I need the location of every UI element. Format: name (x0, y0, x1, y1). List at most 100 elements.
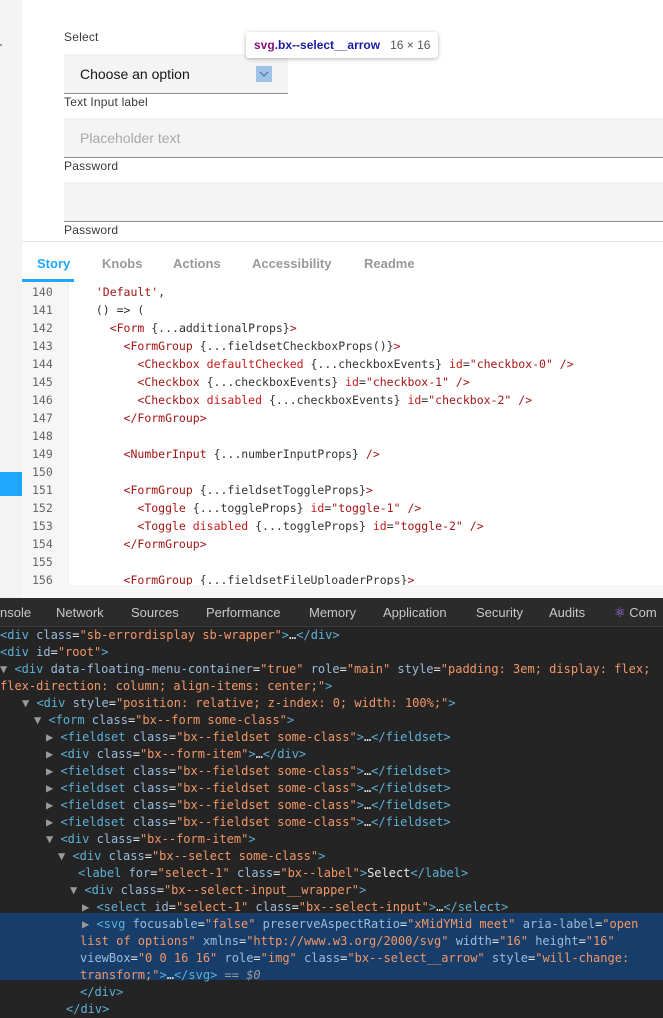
dom-node[interactable]: ▶ <fieldset class="bx--fieldset some-cla… (46, 780, 451, 797)
expand-arrow-icon[interactable]: ▼ (34, 713, 48, 727)
dom-node[interactable]: ▼ <div class="bx--select some-class"> (58, 848, 325, 865)
text-input[interactable]: Placeholder text (64, 118, 663, 158)
dom-node[interactable]: flex-direction: column; align-items: cen… (0, 678, 332, 695)
tab-actions[interactable]: Actions (173, 256, 221, 271)
dom-node[interactable]: ▼ <form class="bx--form some-class"> (34, 712, 294, 729)
dom-node[interactable]: <div id="root"> (0, 644, 108, 661)
expand-arrow-icon[interactable]: ▼ (22, 696, 36, 710)
dom-node[interactable]: ▶ <div class="bx--form-item">…</div> (46, 746, 306, 763)
dom-token: </fieldset> (371, 730, 451, 744)
dom-node[interactable]: </div> (66, 1001, 109, 1018)
expand-arrow-icon[interactable]: ▶ (46, 747, 60, 761)
expand-arrow-icon[interactable]: ▶ (82, 917, 96, 931)
code-token: disabled (206, 393, 263, 407)
expand-arrow-icon[interactable]: ▶ (82, 900, 96, 914)
sidebar-selected-item[interactable] (0, 472, 22, 496)
dom-token: class (125, 815, 169, 829)
devtools-tab-application[interactable]: Application (383, 605, 447, 620)
dom-node[interactable]: ▼ <div class="bx--form-item"> (46, 831, 256, 848)
dom-node[interactable]: ▶ <select id="select-1" class="bx--selec… (82, 899, 508, 916)
tab-story[interactable]: Story (37, 256, 70, 271)
code-token: "toggle-1" (331, 501, 401, 515)
dom-node[interactable]: ▼ <div style="position: relative; z-inde… (22, 695, 456, 712)
tab-readme[interactable]: Readme (364, 256, 415, 271)
code-text: <Checkbox defaultChecked {...checkboxEve… (82, 355, 573, 373)
dom-node[interactable]: ▶ <fieldset class="bx--fieldset some-cla… (46, 814, 451, 831)
tab-accessibility[interactable]: Accessibility (252, 256, 332, 271)
dom-token: </div> (66, 1002, 110, 1016)
code-token: <Checkbox (137, 375, 200, 389)
dom-node[interactable]: ▶ <fieldset class="bx--fieldset some-cla… (46, 797, 451, 814)
expand-arrow-icon[interactable]: ▶ (46, 730, 60, 744)
dom-node[interactable]: ▶ <fieldset class="bx--fieldset some-cla… (46, 729, 451, 746)
dom-node[interactable]: viewBox="0 0 16 16" role="img" class="bx… (80, 950, 629, 967)
dom-token: == $0 (217, 968, 261, 982)
dom-token: "0 0 16 16" (137, 951, 218, 965)
code-token: , (158, 285, 166, 299)
tab-knobs[interactable]: Knobs (102, 256, 142, 271)
dom-token: > (356, 781, 364, 795)
dom-token: <fieldset (60, 730, 126, 744)
line-number: 153 (32, 519, 53, 533)
text-input-label: Text Input label (64, 95, 148, 109)
dom-token: class (125, 764, 169, 778)
dom-token: "bx--fieldset some-class" (176, 764, 357, 778)
code-text: <Checkbox {...checkboxEvents} id="checkb… (82, 373, 469, 391)
dom-token: </select> (443, 900, 509, 914)
devtools-tab-components[interactable]: ⚛ Com (614, 605, 657, 621)
expand-arrow-icon[interactable]: ▼ (0, 662, 14, 676)
devtools-tab-audits[interactable]: Audits (549, 605, 585, 620)
devtools-tab-security[interactable]: Security (476, 605, 523, 620)
expand-arrow-icon[interactable]: ▼ (70, 883, 84, 897)
dom-node[interactable]: ▼ <div class="bx--select-input__wrapper"… (70, 882, 366, 899)
dom-node[interactable]: </div> (80, 984, 123, 1001)
horizontal-scrollbar[interactable] (22, 585, 663, 599)
devtools-tab-performance[interactable]: Performance (206, 605, 280, 620)
code-token: /> (462, 519, 484, 533)
chevron-down-icon[interactable] (256, 66, 272, 82)
code-text: <Toggle {...toggleProps} id="toggle-1" /… (82, 499, 421, 517)
code-text: <FormGroup {...fieldsetFileUploaderProps… (82, 571, 415, 585)
dom-token: <select (96, 900, 148, 914)
dom-node[interactable]: list of options" xmlns = "http://www.w3.or… (80, 933, 615, 950)
expand-arrow-icon[interactable]: ▼ (58, 849, 72, 863)
dom-token: > (428, 900, 437, 914)
dom-node[interactable]: <label for="select-1" class="bx--label">… (78, 865, 468, 882)
story-source-code: 140 'Default', 141 () => (142 <Form {...a… (22, 282, 663, 585)
dom-token: = (50, 645, 58, 659)
code-token: {...checkboxEvents} (262, 393, 408, 407)
dom-token: = (132, 747, 140, 761)
dom-node[interactable]: ▼ <div data-floating-menu-container = "tru… (0, 661, 650, 678)
dom-token: > (286, 713, 295, 727)
devtools-tab-memory[interactable]: Memory (309, 605, 356, 620)
expand-arrow-icon[interactable]: ▶ (46, 815, 60, 829)
dom-token: class (89, 747, 133, 761)
devtools-tab-console[interactable]: nsole (0, 605, 31, 620)
dom-token: "open (602, 917, 639, 931)
expand-arrow-icon[interactable]: ▼ (46, 832, 60, 846)
line-number: 140 (32, 285, 53, 299)
tooltip-tag: svg (254, 38, 275, 52)
devtools-tab-sources[interactable]: Sources (131, 605, 179, 620)
devtools-panel: nsole Network Sources Performance Memory… (0, 598, 663, 1018)
line-number: 145 (32, 375, 53, 389)
dom-node[interactable]: ▶ <fieldset class="bx--fieldset some-cla… (46, 763, 451, 780)
expand-arrow-icon[interactable]: ▶ (46, 798, 60, 812)
dom-token: "bx--select-input__wrapper" (163, 883, 360, 897)
dom-node[interactable]: ▶ <svg focusable="false" preserveAspectR… (82, 916, 638, 933)
dom-node[interactable]: transform;">…</svg> == $0 (80, 967, 261, 984)
expand-arrow-icon[interactable]: ▶ (46, 781, 60, 795)
devtools-tab-network[interactable]: Network (56, 605, 104, 620)
dom-node[interactable]: <div class="sb-errordisplay sb-wrapper">… (0, 627, 340, 644)
dom-token: = (168, 900, 176, 914)
expand-arrow-icon[interactable]: ▶ (46, 764, 60, 778)
select-input[interactable]: Choose an option (64, 54, 288, 94)
dom-token: <div (14, 662, 44, 676)
code-text: () => ( (82, 301, 144, 319)
password-label-2: Password (64, 223, 119, 237)
password-input[interactable] (64, 182, 663, 222)
